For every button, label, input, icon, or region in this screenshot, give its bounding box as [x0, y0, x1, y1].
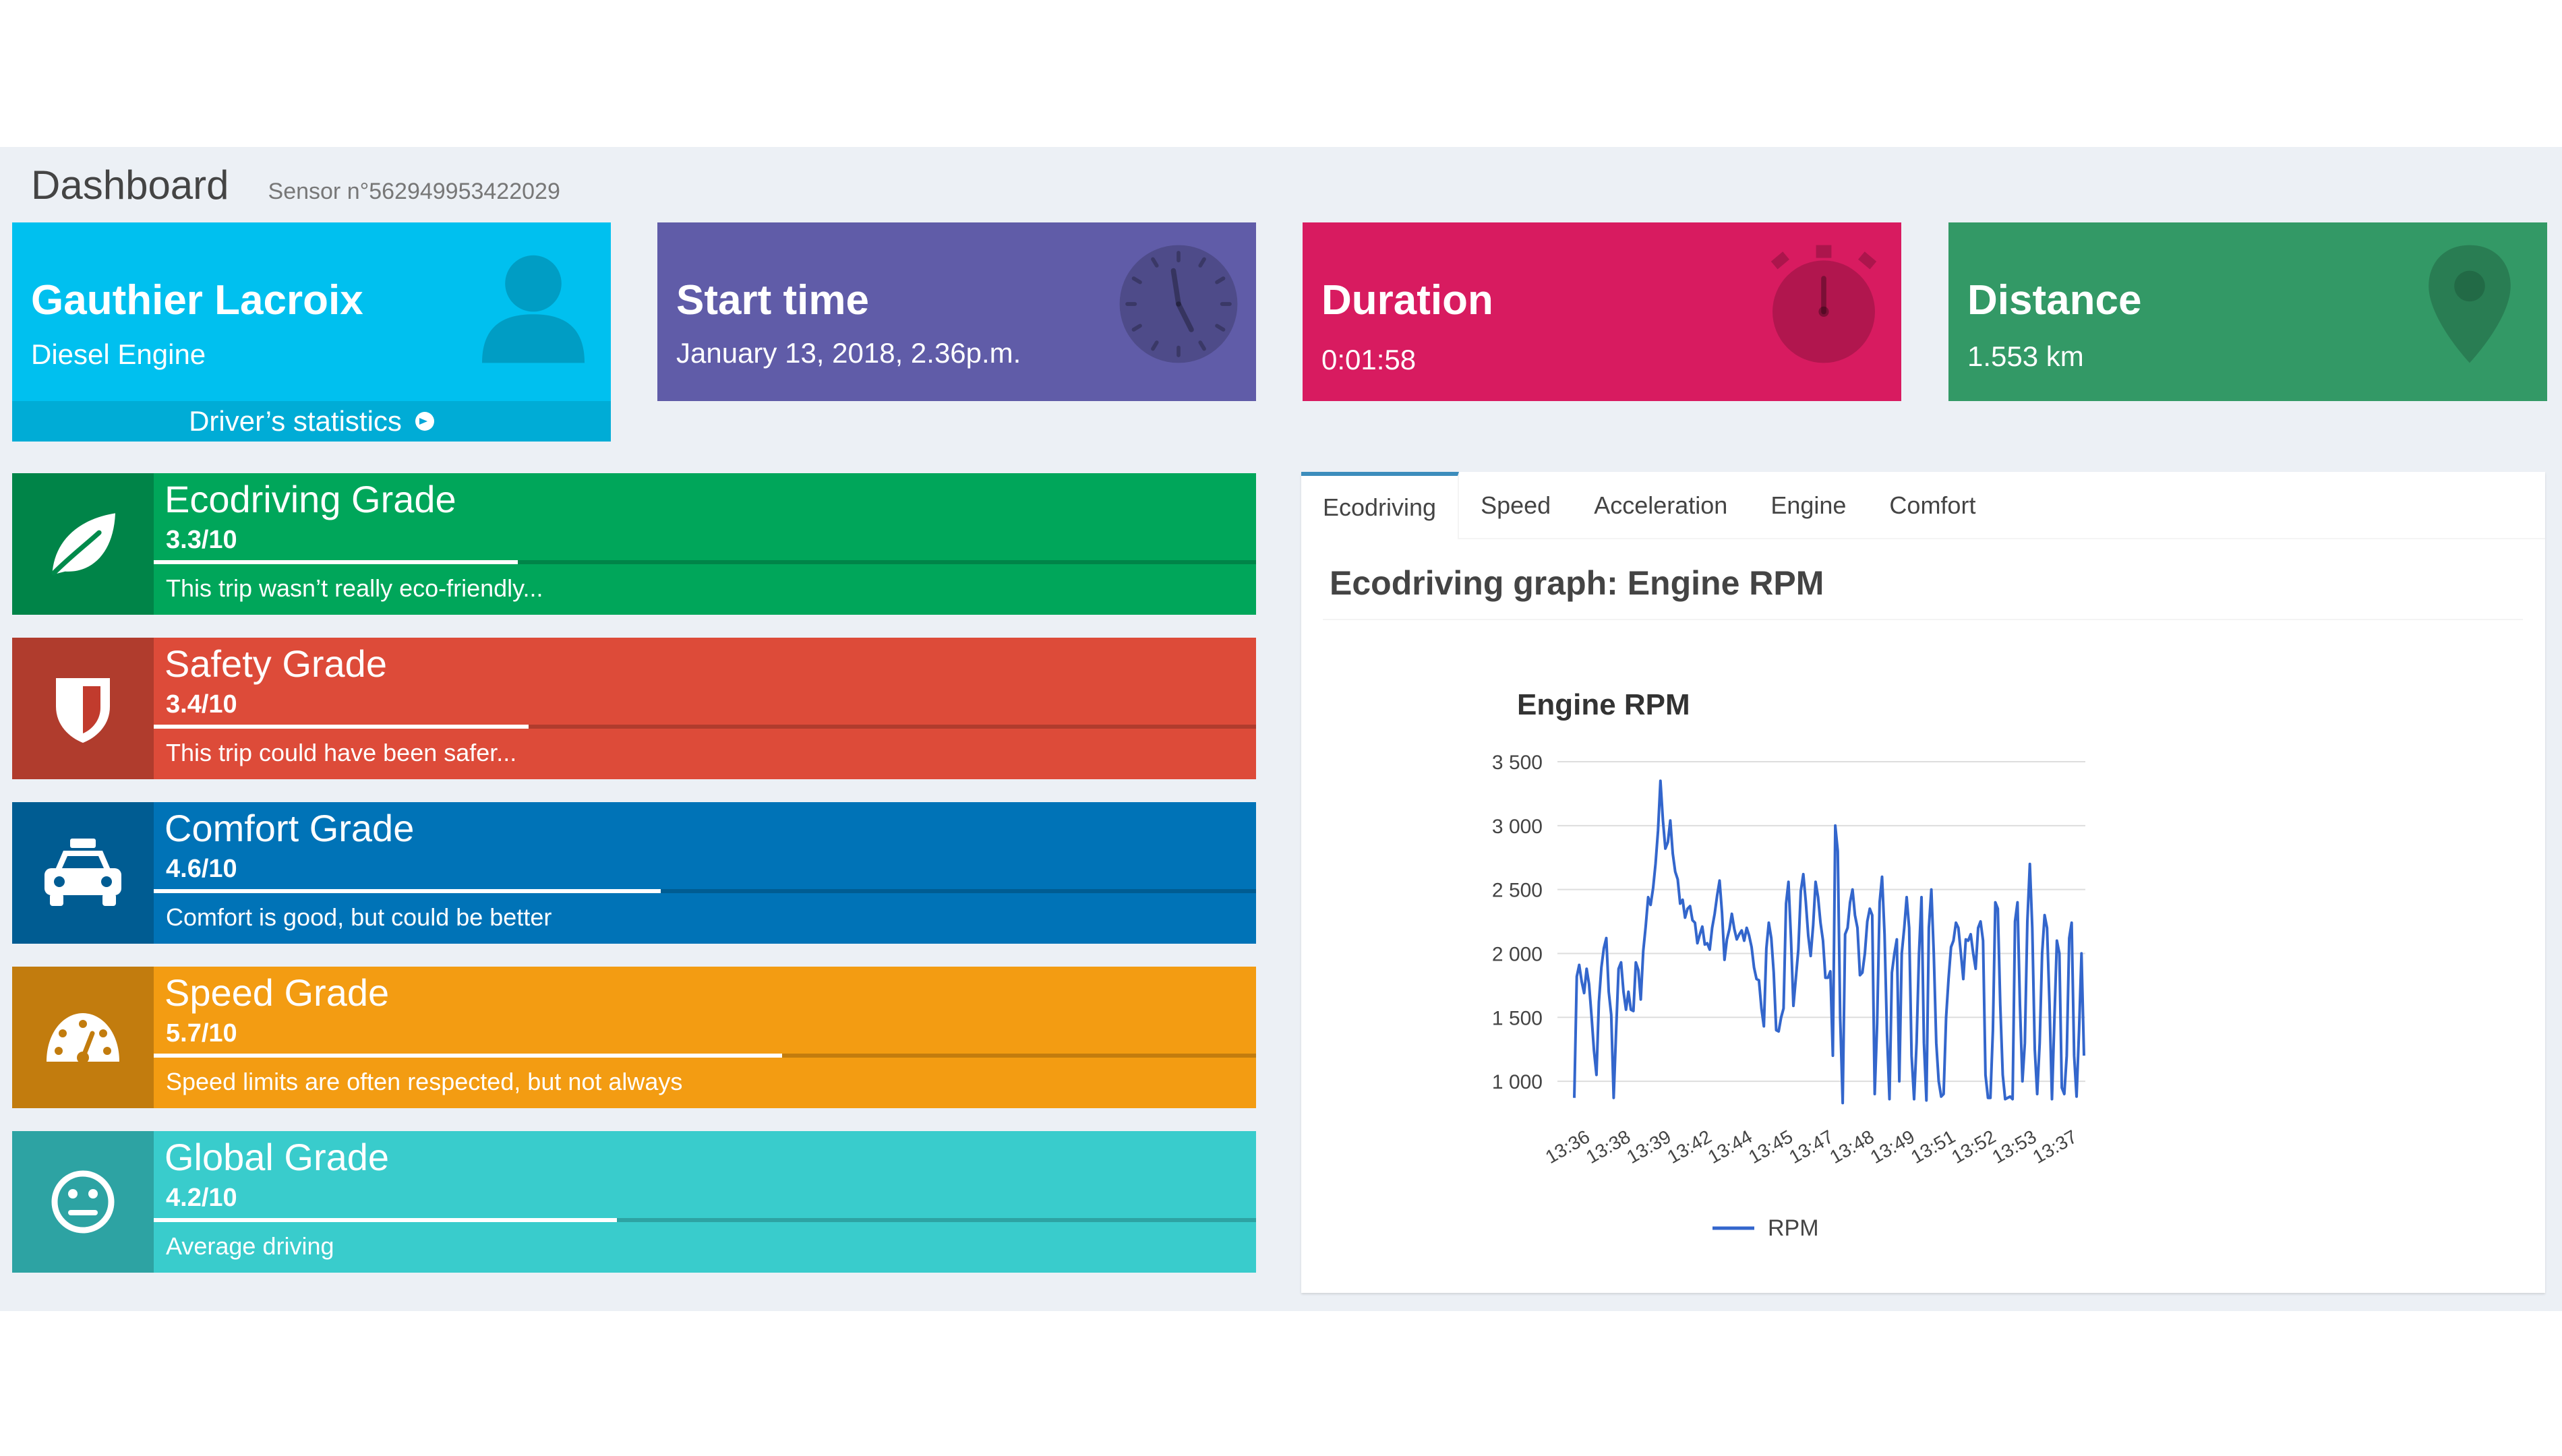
y-tick-label: 2 500 — [1492, 880, 1543, 902]
ecodriving-icon-container — [12, 473, 154, 615]
grade-progress-track — [154, 725, 1256, 729]
tab-engine[interactable]: Engine — [1749, 472, 1868, 539]
x-tick-label: 13:48 — [1826, 1126, 1878, 1167]
global-grade-box: Global Grade 4.2/10 Average driving — [12, 1131, 1256, 1273]
y-tick-label: 3 500 — [1492, 752, 1543, 774]
grade-progress-track — [154, 1218, 1256, 1222]
speedometer-icon — [47, 1013, 119, 1064]
duration-label: Duration — [1321, 277, 1493, 324]
global-icon-container — [12, 1131, 154, 1273]
engine-rpm-chart: Engine RPM 1 000 1 500 2 000 2 500 3 000 3 500… — [1492, 688, 2085, 1241]
rpm-series-line — [1573, 779, 2085, 1105]
duration-box: Duration 0:01:58 — [1303, 222, 1901, 401]
engine-type: Diesel Engine — [31, 338, 206, 370]
grade-progress-track — [154, 889, 1256, 893]
x-tick-label: 13:51 — [1907, 1126, 1959, 1167]
driver-statistics-label: Driver’s statistics — [189, 405, 402, 437]
legend-label: RPM — [1768, 1215, 1819, 1241]
tab-speed[interactable]: Speed — [1459, 472, 1572, 539]
grade-progress-fill — [154, 1218, 617, 1222]
grade-description: Comfort is good, but could be better — [166, 903, 552, 931]
panel-divider — [1323, 619, 2523, 620]
taxi-icon — [44, 839, 121, 906]
grade-description: Speed limits are often respected, but no… — [166, 1068, 683, 1095]
safety-icon-container — [12, 638, 154, 779]
x-tick-label: 13:45 — [1745, 1126, 1796, 1167]
speed-grade-box: Speed Grade 5.7/10 Speed limits are ofte… — [12, 967, 1256, 1108]
y-tick-label: 1 000 — [1492, 1071, 1543, 1093]
driver-name: Gauthier Lacroix — [31, 277, 363, 324]
x-tick-label: 13:44 — [1704, 1126, 1756, 1167]
x-tick-label: 13:52 — [1948, 1126, 1999, 1167]
driver-info-box: Gauthier Lacroix Diesel Engine Driver’s … — [12, 222, 611, 442]
grade-title: Ecodriving Grade — [165, 478, 456, 520]
grade-progress-fill — [154, 560, 518, 564]
ecodriving-grade-box: Ecodriving Grade 3.3/10 This trip wasn’t… — [12, 473, 1256, 615]
user-icon — [482, 255, 585, 363]
distance-box: Distance 1.553 km — [1948, 222, 2547, 401]
grade-title: Speed Grade — [165, 971, 390, 1014]
chart-title: Engine RPM — [1517, 688, 1690, 721]
panel-title: Ecodriving graph: Engine RPM — [1330, 564, 1824, 602]
grade-progress-track — [154, 1054, 1256, 1058]
shield-icon — [56, 678, 110, 743]
start-time-value: January 13, 2018, 2.36p.m. — [676, 337, 1021, 369]
grade-title: Safety Grade — [165, 642, 387, 685]
x-tick-label: 13:47 — [1785, 1126, 1837, 1167]
driver-statistics-link[interactable]: Driver’s statistics — [12, 401, 611, 442]
start-time-box: Start time January 13, 2018, 2.36p.m. — [657, 222, 1256, 401]
x-tick-label: 13:39 — [1623, 1126, 1674, 1167]
grade-progress-fill — [154, 725, 529, 729]
x-tick-label: 13:42 — [1664, 1126, 1715, 1167]
graph-tabs: Ecodriving Speed Acceleration Engine Com… — [1301, 472, 2545, 539]
x-tick-label: 13:53 — [1988, 1126, 2039, 1167]
map-marker-icon — [2429, 245, 2511, 363]
grade-description: This trip wasn’t really eco-friendly... — [166, 574, 543, 602]
neutral-face-icon — [51, 1170, 115, 1234]
grade-title: Global Grade — [165, 1136, 390, 1178]
distance-value: 1.553 km — [1967, 340, 2084, 372]
chart-area: Engine RPM 1 000 1 500 2 000 2 500 3 000 3 500… — [1301, 627, 2545, 1287]
tab-ecodriving[interactable]: Ecodriving — [1301, 472, 1460, 539]
clock-icon — [1119, 245, 1238, 363]
arrow-circle-right-icon — [415, 412, 434, 431]
grade-value: 3.3/10 — [166, 526, 237, 554]
grade-value: 4.6/10 — [166, 855, 237, 883]
grade-progress-fill — [154, 1054, 782, 1058]
grade-description: This trip could have been safer... — [166, 739, 517, 766]
comfort-icon-container — [12, 802, 154, 944]
comfort-grade-box: Comfort Grade 4.6/10 Comfort is good, bu… — [12, 802, 1256, 944]
x-tick-label: 13:49 — [1867, 1126, 1918, 1167]
x-tick-label: 13:38 — [1582, 1126, 1634, 1167]
grade-progress-track — [154, 560, 1256, 564]
speed-icon-container — [12, 967, 154, 1108]
y-tick-label: 1 500 — [1492, 1007, 1543, 1029]
start-time-label: Start time — [676, 277, 869, 324]
grade-value: 4.2/10 — [166, 1184, 237, 1212]
leaf-icon — [51, 513, 115, 576]
grade-description: Average driving — [166, 1232, 334, 1260]
sensor-id: Sensor n°562949953422029 — [268, 179, 560, 204]
chart-panel: Ecodriving Speed Acceleration Engine Com… — [1301, 472, 2545, 1293]
stopwatch-icon — [1770, 245, 1877, 363]
safety-grade-box: Safety Grade 3.4/10 This trip could have… — [12, 638, 1256, 779]
page-header: Dashboard Sensor n°562949953422029 — [31, 162, 560, 229]
grade-value: 5.7/10 — [166, 1019, 237, 1048]
duration-value: 0:01:58 — [1321, 344, 1417, 375]
y-tick-label: 2 000 — [1492, 943, 1543, 965]
x-tick-label: 13:36 — [1542, 1126, 1593, 1167]
tab-acceleration[interactable]: Acceleration — [1572, 472, 1749, 539]
grade-value: 3.4/10 — [166, 690, 237, 719]
tab-comfort[interactable]: Comfort — [1868, 472, 1997, 539]
y-tick-label: 3 000 — [1492, 816, 1543, 838]
dashboard-app: Dashboard Sensor n°562949953422029 Gauth… — [0, 147, 2562, 1311]
grade-title: Comfort Grade — [165, 807, 415, 849]
page-title: Dashboard — [31, 162, 229, 208]
distance-label: Distance — [1967, 277, 2142, 324]
grade-progress-fill — [154, 889, 661, 893]
x-tick-label: 13:37 — [2029, 1126, 2081, 1167]
